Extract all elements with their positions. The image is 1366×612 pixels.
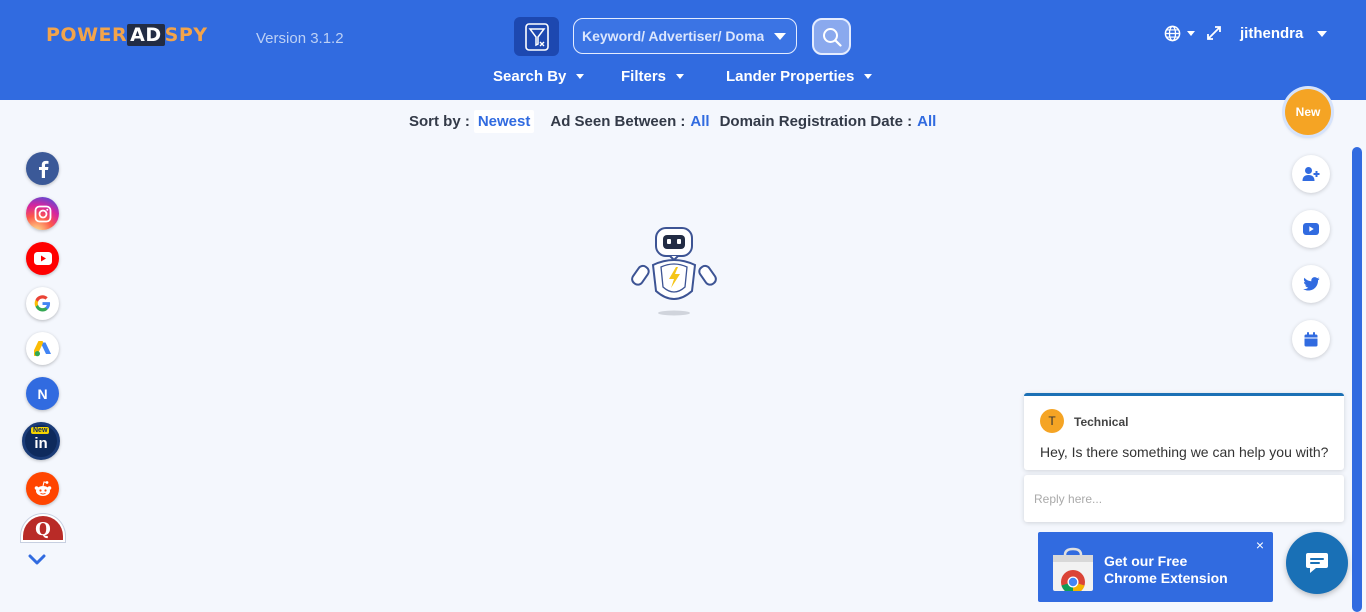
- twitter-button[interactable]: [1292, 265, 1330, 303]
- native-icon: N: [37, 385, 48, 402]
- chat-icon: [1306, 553, 1328, 573]
- clear-filter-button[interactable]: [514, 17, 559, 56]
- logo[interactable]: POWER AD SPY: [46, 24, 208, 46]
- chevron-down-icon: [1187, 31, 1195, 36]
- logo-ad: AD: [127, 24, 165, 46]
- search-icon: [822, 27, 842, 47]
- sidebar-item-native[interactable]: N: [26, 377, 59, 410]
- expand-icon: [1207, 26, 1221, 40]
- agent-avatar: T: [1040, 409, 1064, 433]
- sidebar-item-instagram[interactable]: [26, 197, 59, 230]
- sort-label: Sort by :: [409, 112, 470, 130]
- add-user-button[interactable]: [1292, 155, 1330, 193]
- logo-spy: SPY: [164, 24, 208, 46]
- nav-search-by-label: Search By: [493, 68, 567, 85]
- sidebar-item-reddit[interactable]: [26, 472, 59, 505]
- chrome-store-icon: [1053, 547, 1093, 591]
- nav-lander-properties[interactable]: Lander Properties: [726, 68, 873, 85]
- extension-text: Get our Free Chrome Extension: [1104, 553, 1228, 587]
- youtube-icon: [1303, 223, 1319, 235]
- chat-message-card: T Technical Hey, Is there something we c…: [1024, 393, 1344, 470]
- calendar-button[interactable]: [1292, 320, 1330, 358]
- google-icon: [34, 295, 51, 312]
- twitter-icon: [1302, 277, 1320, 291]
- sidebar-item-linkedin[interactable]: in New: [22, 422, 60, 460]
- page-scrollbar[interactable]: [1352, 147, 1362, 612]
- youtube-tutorial-button[interactable]: [1292, 210, 1330, 248]
- chevron-down-icon: [676, 74, 685, 79]
- chevron-down-icon: [864, 74, 873, 79]
- username: jithendra: [1240, 25, 1304, 42]
- top-header: POWERADSPY Version 3.1.2 Search By Filte…: [0, 0, 1366, 100]
- youtube-icon: [33, 252, 52, 265]
- google-ads-icon: [33, 340, 51, 356]
- globe-icon: [1164, 25, 1181, 42]
- fullscreen-button[interactable]: [1206, 25, 1222, 46]
- nav-filters[interactable]: Filters: [621, 68, 685, 85]
- chevron-down-icon: [1317, 30, 1328, 37]
- domain-reg-label: Domain Registration Date :: [719, 112, 913, 130]
- robot-icon: [631, 227, 717, 316]
- agent-name: Technical: [1074, 415, 1129, 429]
- new-badge-small: New: [31, 427, 50, 434]
- search-box: [573, 18, 797, 54]
- facebook-icon: [38, 160, 48, 178]
- instagram-icon: [34, 205, 51, 222]
- sidebar-scroll-down-button[interactable]: [28, 553, 46, 571]
- ad-seen-label: Ad Seen Between :: [550, 112, 686, 130]
- sidebar-item-google[interactable]: [26, 287, 59, 320]
- chat-message: Hey, Is there something we can help you …: [1040, 444, 1329, 460]
- sidebar-item-google-ads[interactable]: [26, 332, 59, 365]
- search-input[interactable]: [574, 19, 764, 52]
- whats-new-button[interactable]: New: [1285, 89, 1331, 135]
- reddit-icon: [34, 480, 51, 496]
- extension-line-1: Get our Free: [1104, 553, 1188, 569]
- language-selector[interactable]: [1164, 25, 1195, 42]
- sort-select[interactable]: Newest: [473, 109, 535, 133]
- chat-reply-input[interactable]: [1024, 475, 1344, 522]
- loading-robot: [630, 225, 718, 322]
- search-button[interactable]: [812, 18, 851, 55]
- extension-line-2: Chrome Extension: [1104, 570, 1228, 586]
- ad-seen-value[interactable]: All: [690, 113, 709, 130]
- nav-filters-label: Filters: [621, 68, 667, 85]
- close-icon[interactable]: ×: [1256, 537, 1264, 553]
- sort-bar: Sort by : Newest Ad Seen Between : All D…: [409, 108, 936, 134]
- nav-lander-properties-label: Lander Properties: [726, 68, 855, 85]
- calendar-icon: [1304, 331, 1318, 346]
- sidebar-item-quora[interactable]: Q: [23, 516, 63, 540]
- chat-reply-box: [1024, 475, 1344, 522]
- logo-power: POWER: [46, 24, 128, 46]
- filter-clear-icon: [524, 22, 549, 51]
- quora-icon: Q: [35, 519, 51, 540]
- search-type-dropdown-icon[interactable]: [774, 33, 786, 40]
- chrome-extension-banner[interactable]: Get our Free Chrome Extension ×: [1038, 532, 1273, 602]
- chevron-down-icon: [28, 554, 46, 565]
- chat-launcher-button[interactable]: [1286, 532, 1348, 594]
- domain-reg-value[interactable]: All: [917, 113, 936, 130]
- user-menu[interactable]: jithendra: [1240, 25, 1328, 42]
- nav-search-by[interactable]: Search By: [493, 68, 585, 85]
- sidebar-item-facebook[interactable]: [26, 152, 59, 185]
- linkedin-icon: in: [34, 435, 48, 452]
- version-label: Version 3.1.2: [256, 30, 344, 47]
- chevron-down-icon: [576, 74, 585, 79]
- add-user-icon: [1302, 167, 1320, 181]
- sidebar-item-youtube[interactable]: [26, 242, 59, 275]
